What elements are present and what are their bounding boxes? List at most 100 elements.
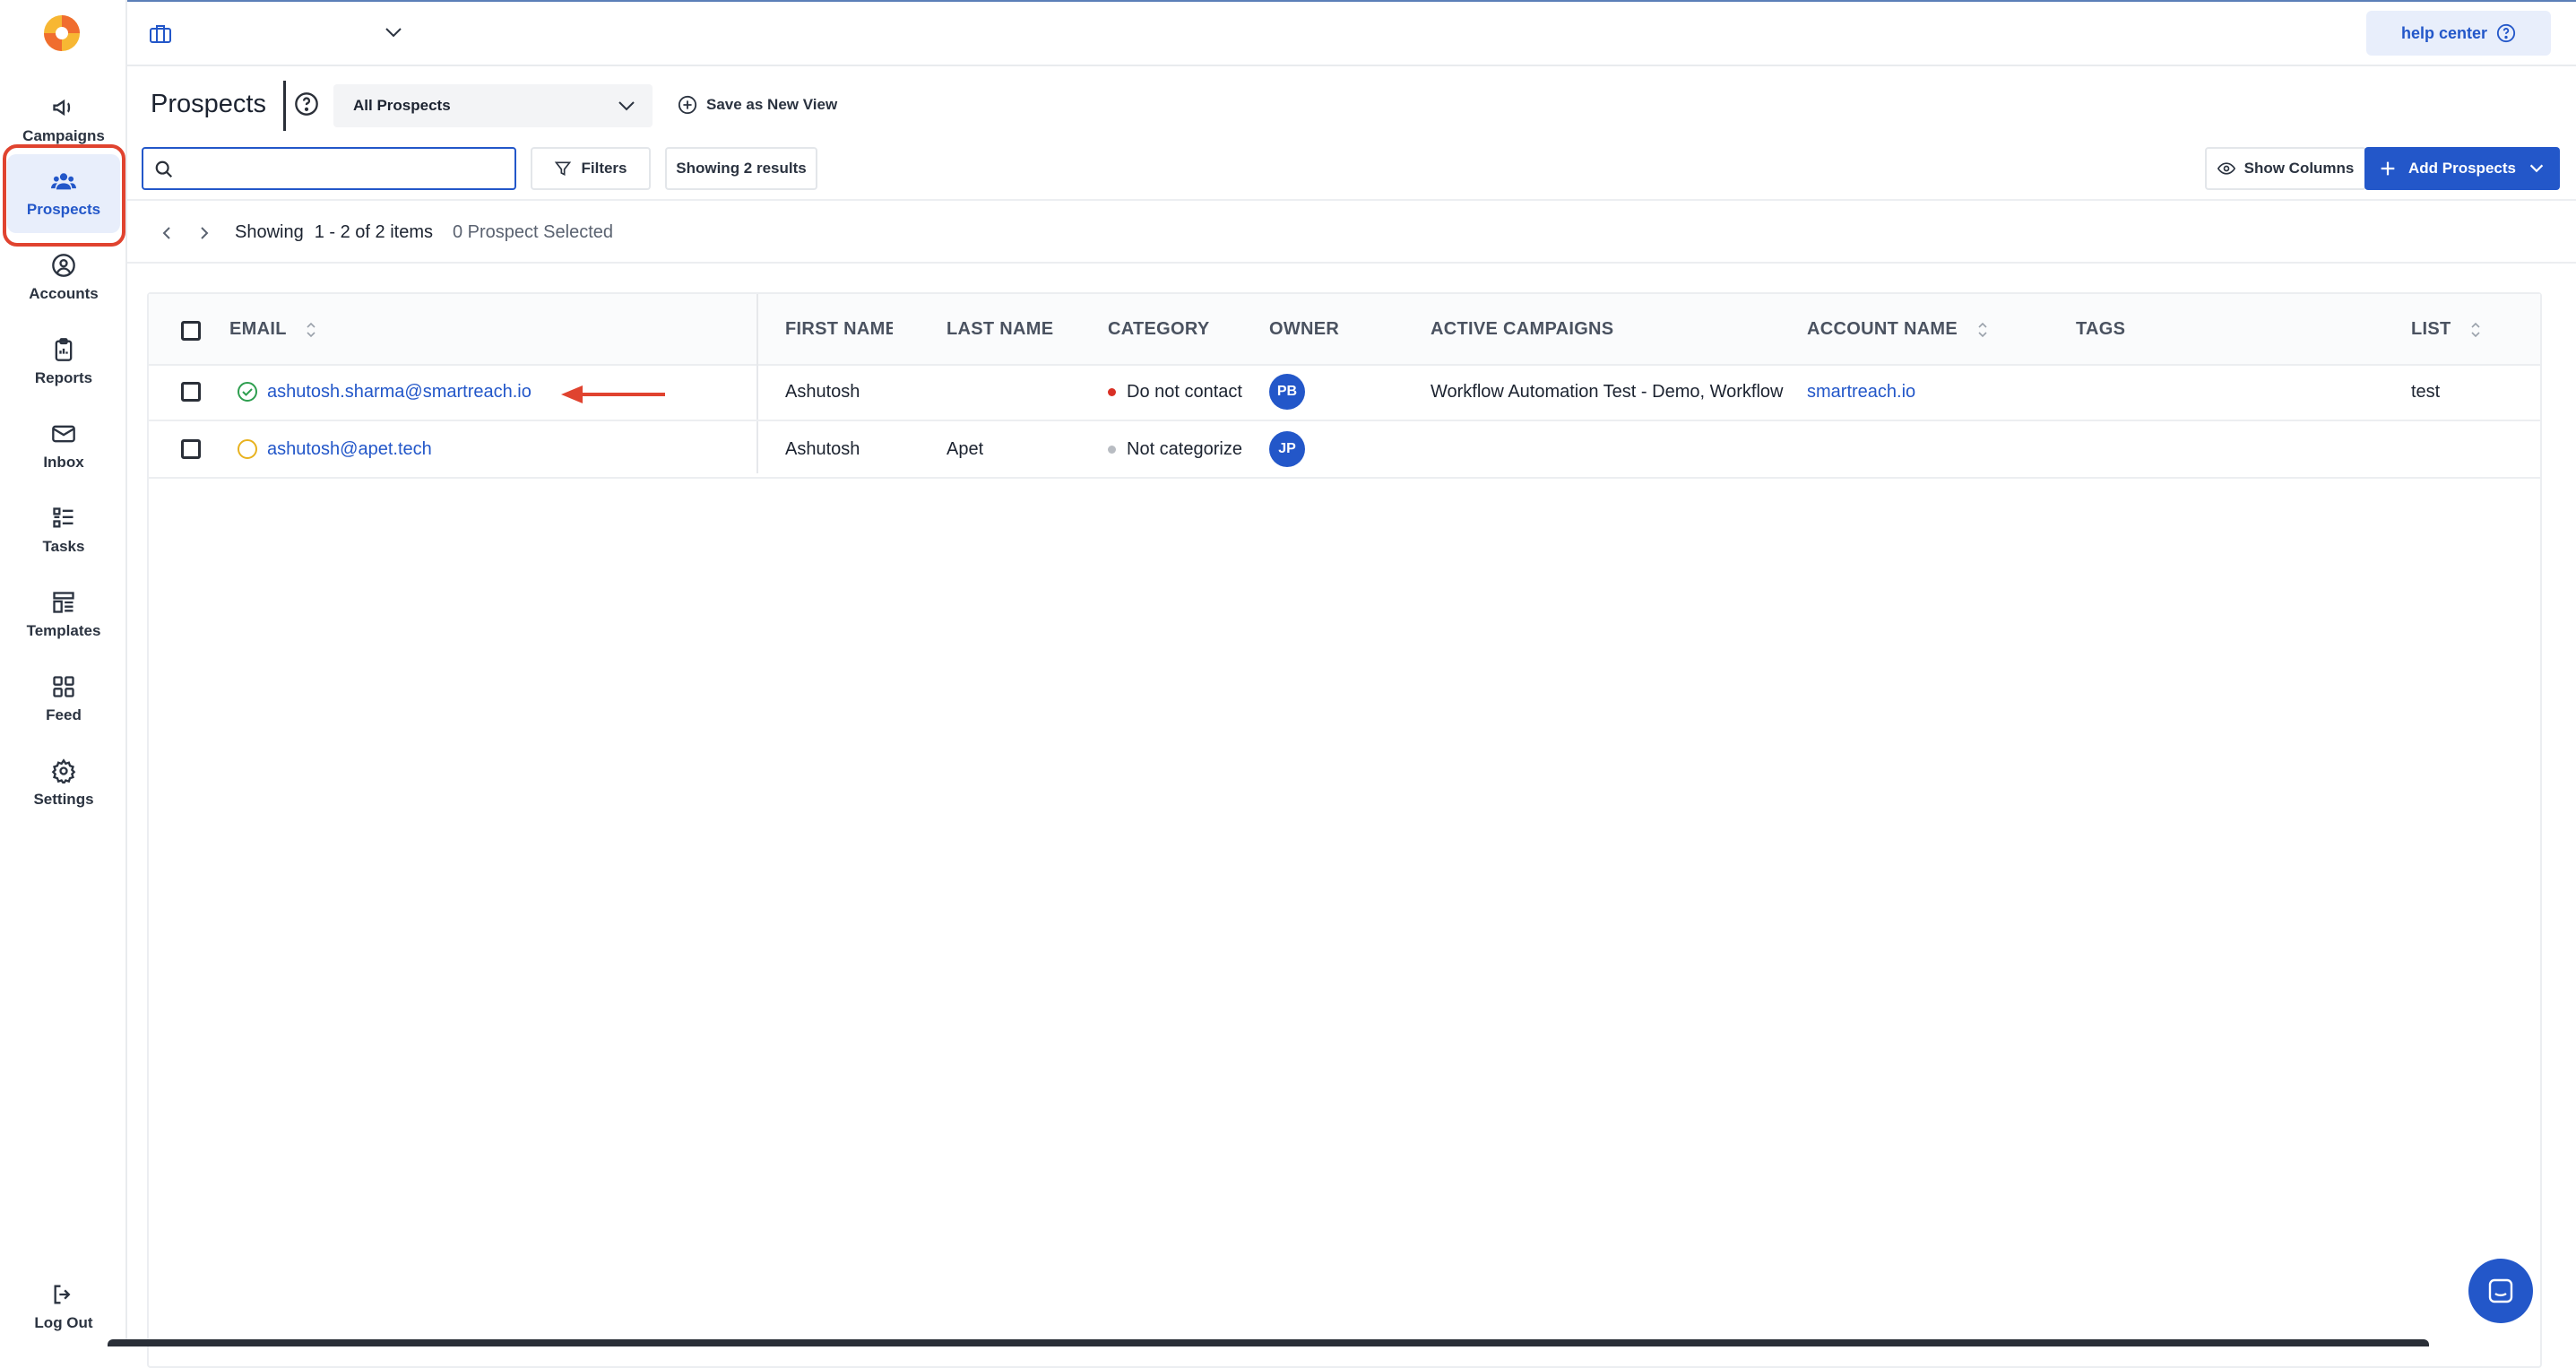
prospect-email-link[interactable]: ashutosh@apet.tech [267,439,432,460]
column-header-last-name[interactable]: LAST NAME [947,319,1053,340]
add-prospects-label: Add Prospects [2408,160,2516,177]
column-header-first-name[interactable]: FIRST NAME [785,319,893,340]
table-header: EMAIL FIRST NAME LAST NAME CATEGORY OWNE… [149,294,2540,473]
column-header-category[interactable]: CATEGORY [1108,319,1210,340]
filters-label: Filters [581,160,627,177]
show-columns-button[interactable]: Show Columns [2205,147,2366,190]
sidebar-item-feed[interactable]: Feed [7,660,120,739]
sort-icon[interactable] [1977,322,1988,338]
category-dot [1108,388,1116,397]
chevron-down-icon[interactable] [2527,159,2546,178]
sidebar-item-label: Feed [46,706,82,723]
sort-icon[interactable] [306,322,316,338]
sidebar: Campaigns Prospects Accounts Reports Inb… [0,0,127,1346]
sidebar-item-reports[interactable]: Reports [7,323,120,402]
save-view-label: Save as New View [706,96,838,113]
clipboard-icon [55,338,73,361]
logout-icon [54,1285,71,1304]
chat-support-button[interactable] [2468,1259,2533,1323]
megaphone-icon [53,99,71,117]
task-list-icon [53,507,73,528]
search-input[interactable] [183,156,509,183]
logout-button[interactable]: Log Out [7,1268,120,1346]
sidebar-item-label: Settings [33,791,94,808]
first-name-cell: Ashutosh [785,439,860,459]
column-header-list[interactable]: LIST [2411,319,2481,340]
sidebar-item-settings[interactable]: Settings [7,744,120,823]
sidebar-item-templates[interactable]: Templates [7,576,120,654]
highlight-ring [3,144,125,247]
column-header-owner[interactable]: OWNER [1269,319,1339,340]
selected-count: 0 Prospect Selected [453,222,613,242]
view-select[interactable]: All Prospects [333,84,653,127]
show-columns-label: Show Columns [2243,160,2355,177]
filter-icon [555,161,572,177]
top-header: help center [127,2,2576,66]
category-cell: Do not contact [1108,382,1242,403]
prospects-table: EMAIL FIRST NAME LAST NAME CATEGORY OWNE… [147,292,2542,1368]
page-title: Prospects [151,90,266,118]
sidebar-item-label: Accounts [29,285,99,302]
owner-avatar: PB [1269,374,1305,410]
chevron-right-icon[interactable] [195,224,213,242]
annotation-arrow [561,385,665,403]
eye-icon [2217,162,2235,175]
title-divider [283,81,286,131]
sidebar-item-label: Templates [26,622,101,639]
results-label: Showing 2 results [676,160,807,177]
table-row[interactable]: ashutosh@apet.tech Ashutosh Apet Not cat… [149,421,2540,479]
template-icon [53,592,74,613]
mail-icon [52,425,75,443]
help-icon [2496,23,2516,43]
list-cell: test [2411,382,2441,402]
search-icon [155,160,173,178]
column-header-tags[interactable]: TAGS [2076,319,2125,340]
user-circle-icon [52,254,75,277]
results-count-badge: Showing 2 results [665,147,817,190]
showing-prefix: Showing [235,222,304,242]
pagination: Showing 1 - 2 of 2 items 0 Prospect Sele… [158,222,613,243]
column-header-email[interactable]: EMAIL [229,319,316,340]
row-checkbox[interactable] [181,382,201,402]
chat-icon [2488,1278,2513,1303]
sidebar-item-tasks[interactable]: Tasks [7,491,120,570]
plus-icon [2381,161,2395,176]
logout-label: Log Out [34,1314,93,1331]
help-center-button[interactable]: help center [2366,11,2551,56]
filters-button[interactable]: Filters [531,147,651,190]
sidebar-item-label: Reports [34,369,93,386]
search-box[interactable] [142,147,516,190]
divider [127,199,2576,201]
sidebar-item-label: Inbox [43,454,84,471]
column-header-account-name[interactable]: ACCOUNT NAME [1807,319,1988,340]
plus-circle-icon [678,95,697,115]
chevron-down-icon[interactable] [384,25,403,39]
divider [127,262,2576,264]
add-prospects-button[interactable]: Add Prospects [2364,147,2560,190]
bottom-bar [108,1339,2429,1346]
owner-avatar: JP [1269,431,1305,467]
category-cell: Not categorized [1108,439,1242,460]
briefcase-icon[interactable] [149,23,172,45]
chevron-down-icon [618,101,635,111]
save-as-new-view-button[interactable]: Save as New View [678,95,837,115]
showing-range: 1 - 2 of 2 items [314,222,433,242]
chevron-left-icon[interactable] [158,224,176,242]
last-name-cell: Apet [947,439,984,459]
sort-icon[interactable] [2470,322,2481,338]
first-name-cell: Ashutosh [785,382,860,402]
account-name-link[interactable]: smartreach.io [1807,382,1915,403]
sidebar-item-accounts[interactable]: Accounts [7,238,120,317]
help-center-label: help center [2400,23,2488,42]
select-all-checkbox[interactable] [181,321,201,341]
app-logo[interactable] [39,11,84,56]
column-header-active-campaigns[interactable]: ACTIVE CAMPAIGNS [1431,319,1613,340]
prospect-email-link[interactable]: ashutosh.sharma@smartreach.io [267,382,532,403]
view-select-value: All Prospects [353,97,451,114]
row-checkbox[interactable] [181,439,201,459]
question-icon[interactable] [294,91,319,117]
sidebar-item-inbox[interactable]: Inbox [7,407,120,486]
table-row[interactable]: ashutosh.sharma@smartreach.io Ashutosh D… [149,364,2540,421]
grid-icon [53,676,74,697]
active-campaigns-cell: Workflow Automation Test - Demo, Workflo… [1431,382,1784,402]
